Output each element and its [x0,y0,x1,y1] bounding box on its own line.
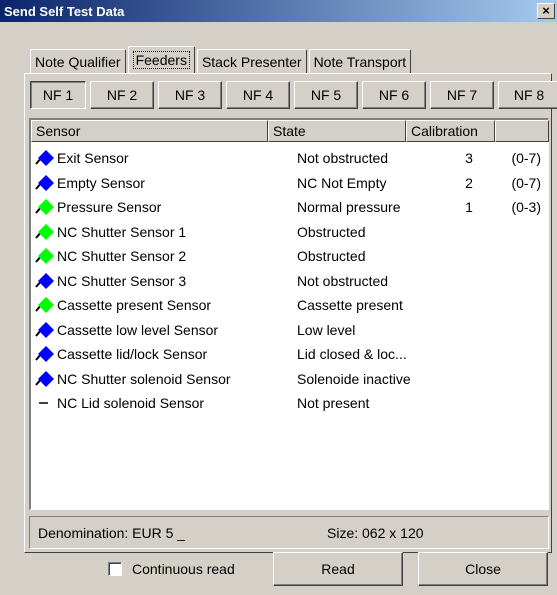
calibration-range: (0-3) [511,199,541,216]
sensor-name: NC Lid solenoid Sensor [57,395,205,412]
blue-diamond-icon [33,173,57,193]
sensor-state: Not present [297,395,370,412]
window-title: Send Self Test Data [4,3,125,19]
green-diamond-icon [33,197,57,217]
table-row[interactable]: Cassette lid/lock Sensor Lid closed & loc… [31,342,541,367]
calibration-value: 3 [465,150,473,167]
sensor-state: Cassette present [297,297,403,314]
tab-label: Feeders [132,51,190,69]
tab-strip: Note Qualifier Feeders Stack Presenter N… [30,46,413,73]
sensor-state: Low level [297,321,356,338]
tab-label: Stack Presenter [201,53,302,70]
column-header-state[interactable]: State [268,120,406,142]
feeder-button-nf4[interactable]: NF 4 [226,81,290,109]
green-diamond-icon [33,222,57,242]
sensor-name: Cassette lid/lock Sensor [57,346,208,363]
sensor-state: Solenoide inactive [297,370,411,387]
table-row[interactable]: Cassette low level Sensor Low level [31,318,541,343]
column-header-extra[interactable] [495,120,549,142]
checkbox-box[interactable] [108,562,122,576]
sensor-name: Cassette low level Sensor [57,321,219,338]
sensor-name: Empty Sensor [57,174,145,191]
tab-stack-presenter[interactable]: Stack Presenter [196,49,307,73]
table-row[interactable]: NC Lid solenoid Sensor Not present [31,391,541,416]
feeder-button-nf6[interactable]: NF 6 [362,81,426,109]
table-row[interactable]: Empty Sensor NC Not Empty 2 (0-7) [31,171,541,196]
sensor-state: NC Not Empty [297,174,387,191]
tab-feeders[interactable]: Feeders [127,46,195,73]
table-row[interactable]: NC Shutter Sensor 1 Obstructed [31,220,541,245]
column-header-calibration[interactable]: Calibration [406,120,495,142]
tab-note-qualifier[interactable]: Note Qualifier [30,49,126,73]
feeder-button-nf3[interactable]: NF 3 [158,81,222,109]
tab-label: Note Transport [313,53,407,70]
sensor-name: Pressure Sensor [57,199,162,216]
sensor-name: NC Shutter Sensor 2 [57,248,187,265]
calibration-range: (0-7) [511,174,541,191]
green-diamond-icon [33,246,57,266]
column-header-sensor[interactable]: Sensor [31,120,268,142]
sensor-state: Not obstructed [297,150,389,167]
sensor-name: NC Shutter solenoid Sensor [57,370,231,387]
calibration-range: (0-7) [511,150,541,167]
calibration-value: 1 [465,199,473,216]
list-rows: Exit Sensor Not obstructed 3 (0-7) Empty Sen… [31,146,541,416]
table-row[interactable]: NC Shutter Sensor 3 Not obstructed [31,269,541,294]
read-button[interactable]: Read [273,552,403,586]
list-header: Sensor State Calibration [31,120,549,142]
continuous-read-checkbox[interactable]: Continuous read [108,561,235,577]
table-row[interactable]: NC Shutter solenoid Sensor Solenoide inac… [31,367,541,392]
table-row[interactable]: NC Shutter Sensor 2 Obstructed [31,244,541,269]
table-row[interactable]: Pressure Sensor Normal pressure 1 (0-3) [31,195,541,220]
feeder-button-nf2[interactable]: NF 2 [90,81,154,109]
blue-diamond-icon [33,271,57,291]
calibration-value: 2 [465,174,473,191]
tab-note-transport[interactable]: Note Transport [308,49,412,73]
close-button[interactable]: Close [418,552,548,586]
sensor-state: Normal pressure [297,199,401,216]
sensor-state: Obstructed [297,248,366,265]
continuous-read-label: Continuous read [132,561,235,577]
close-icon[interactable]: × [537,3,555,19]
sensor-state: Not obstructed [297,272,389,289]
feeder-button-row: NF 1 NF 2 NF 3 NF 4 NF 5 NF 6 NF 7 NF 8 [30,81,557,109]
sensor-state: Obstructed [297,223,366,240]
sensor-list[interactable]: Sensor State Calibration Exit Sensor Not … [29,118,549,510]
dash-icon [33,393,57,413]
green-diamond-icon [33,295,57,315]
denomination-label: Denomination: EUR 5 _ [38,525,186,541]
sensor-state: Lid closed & loc... [297,346,407,363]
blue-diamond-icon [33,148,57,168]
sensor-name: NC Shutter Sensor 1 [57,223,187,240]
blue-diamond-icon [33,344,57,364]
status-bar: Denomination: EUR 5 _ Size: 062 x 120 [29,516,549,549]
feeder-button-nf5[interactable]: NF 5 [294,81,358,109]
feeder-button-nf8[interactable]: NF 8 [498,81,557,109]
blue-diamond-icon [33,369,57,389]
tab-label: Note Qualifier [35,53,121,70]
blue-diamond-icon [33,320,57,340]
sensor-name: Exit Sensor [57,150,129,167]
size-label: Size: 062 x 120 [327,525,424,541]
table-row[interactable]: Cassette present Sensor Cassette present [31,293,541,318]
sensor-name: Cassette present Sensor [57,297,212,314]
sensor-name: NC Shutter Sensor 3 [57,272,187,289]
table-row[interactable]: Exit Sensor Not obstructed 3 (0-7) [31,146,541,171]
feeder-button-nf7[interactable]: NF 7 [430,81,494,109]
title-bar: Send Self Test Data × [0,0,557,22]
feeder-button-nf1[interactable]: NF 1 [30,81,86,109]
